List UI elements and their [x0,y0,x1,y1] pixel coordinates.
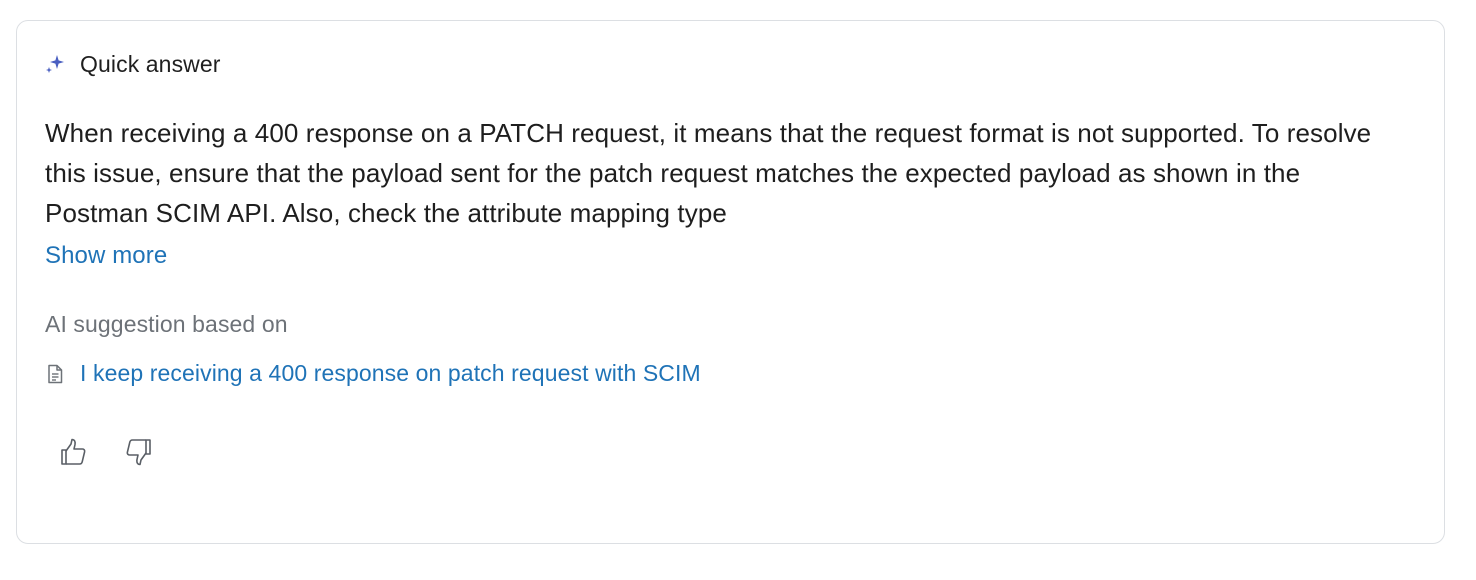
source-link[interactable]: I keep receiving a 400 response on patch… [80,360,701,387]
show-more-link[interactable]: Show more [45,242,167,270]
quick-answer-title: Quick answer [80,50,221,77]
quick-answer-header: Quick answer [44,50,221,78]
thumbs-up-icon [57,436,89,473]
feedback-buttons [55,436,157,472]
source-item[interactable]: I keep receiving a 400 response on patch… [45,360,701,387]
document-icon [45,363,65,385]
sources-label: AI suggestion based on [45,311,288,337]
thumbs-up-button[interactable] [55,436,91,472]
answer-text: When receiving a 400 response on a PATCH… [45,118,1372,228]
thumbs-down-icon [123,436,155,473]
sparkle-icon [44,53,66,75]
quick-answer-card [16,20,1445,544]
thumbs-down-button[interactable] [121,436,157,472]
